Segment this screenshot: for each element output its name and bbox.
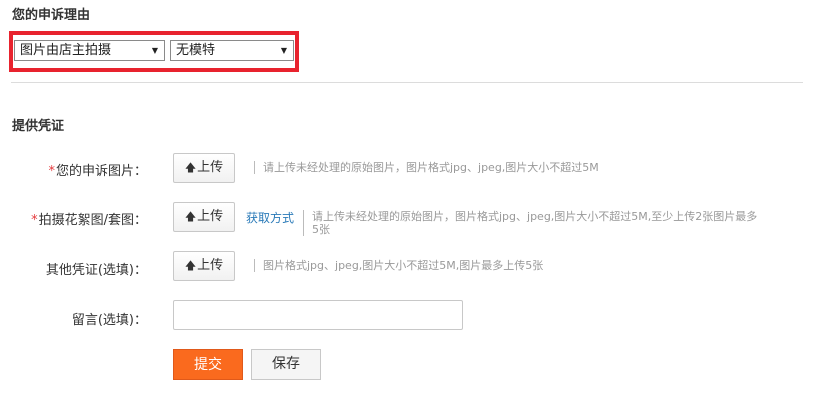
upload-label: 上传 [197, 258, 224, 273]
appeal-image-hint: 请上传未经处理的原始图片，图片格式jpg、jpeg,图片大小不超过5M [254, 161, 599, 174]
get-method-link[interactable]: 获取方式 [246, 209, 294, 226]
up-arrow-icon: 🡅 [184, 161, 197, 174]
other-evidence-hint: 图片格式jpg、jpeg,图片大小不超过5M,图片最多上传5张 [254, 259, 543, 272]
model-type-select[interactable]: 无模特 ▼ [170, 40, 294, 61]
note-input[interactable] [173, 300, 463, 330]
required-marker: * [48, 164, 55, 179]
appeal-image-label: *您的申诉图片： [48, 160, 147, 179]
submit-button[interactable]: 提交 [173, 349, 243, 380]
divider [11, 82, 803, 83]
model-type-value: 无模特 [176, 43, 216, 58]
section-title: 提供凭证 [12, 119, 65, 134]
other-evidence-label: 其他凭证(选填)： [45, 263, 147, 278]
behind-scenes-label: *拍摄花絮图/套图： [31, 209, 147, 228]
upload-behind-scenes-button[interactable]: 🡅上传 [173, 202, 235, 232]
behind-scenes-hint: 请上传未经处理的原始图片，图片格式jpg、jpeg,图片大小不超过5M,至少上传… [303, 210, 807, 236]
caret-down-icon: ▼ [151, 46, 158, 55]
required-marker: * [31, 213, 38, 228]
reason-category-select[interactable]: 图片由店主拍摄 ▼ [14, 40, 165, 61]
upload-label: 上传 [197, 160, 224, 175]
save-button[interactable]: 保存 [251, 349, 321, 380]
reason-category-value: 图片由店主拍摄 [20, 43, 112, 58]
behind-scenes-hint-line2: 5张 [312, 223, 330, 236]
behind-scenes-hint-line1: 请上传未经处理的原始图片，图片格式jpg、jpeg,图片大小不超过5M,至少上传… [312, 210, 758, 223]
upload-appeal-image-button[interactable]: 🡅上传 [173, 153, 235, 183]
note-label: 留言(选填)： [71, 313, 147, 328]
upload-other-evidence-button[interactable]: 🡅上传 [173, 251, 235, 281]
upload-label: 上传 [197, 209, 224, 224]
behind-scenes-label-text: 拍摄花絮图/套图： [38, 213, 147, 228]
appeal-image-label-text: 您的申诉图片： [55, 164, 147, 179]
up-arrow-icon: 🡅 [184, 210, 197, 223]
caret-down-icon: ▼ [280, 46, 287, 55]
up-arrow-icon: 🡅 [184, 259, 197, 272]
reason-title: 您的申诉理由 [12, 8, 91, 20]
